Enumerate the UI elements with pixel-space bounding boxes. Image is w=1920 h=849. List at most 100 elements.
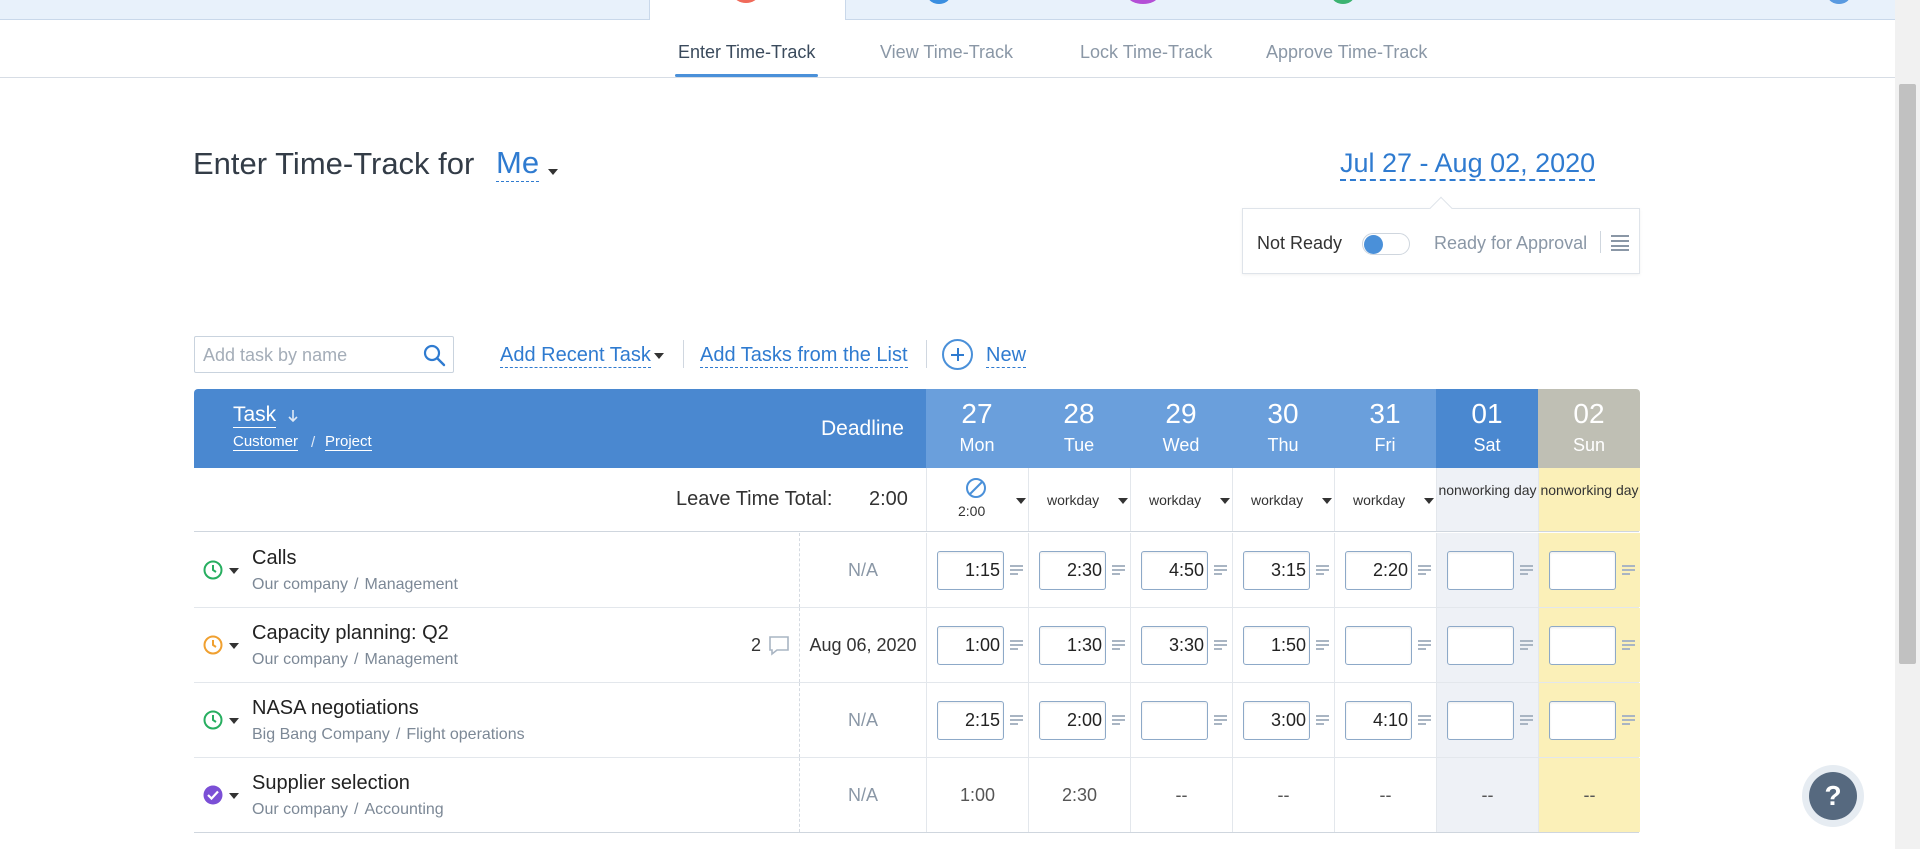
time-input[interactable]: 2:20 [1345,551,1412,590]
notes-icon[interactable] [1622,640,1635,651]
module-icon[interactable] [1332,0,1354,4]
notes-icon[interactable] [1010,715,1023,726]
time-input[interactable]: 4:50 [1141,551,1208,590]
page: Enter Time-Track View Time-Track Lock Ti… [0,0,1920,849]
comment-icon[interactable] [767,635,791,657]
day-header-tue: 28 Tue [1028,389,1130,468]
notes-icon[interactable] [1112,640,1125,651]
chevron-down-icon[interactable] [1424,498,1434,504]
time-input[interactable] [1447,626,1514,665]
ready-toggle[interactable] [1362,233,1410,255]
notes-icon[interactable] [1214,640,1227,651]
time-cell-tue: 2:00 [1028,683,1130,757]
time-input[interactable]: 1:15 [937,551,1004,590]
chevron-down-icon[interactable] [229,793,239,799]
notes-icon[interactable] [1520,640,1533,651]
add-recent-task-button[interactable]: Add Recent Task [500,343,651,368]
tab-approve-time-track[interactable]: Approve Time-Track [1266,42,1427,63]
module-icon[interactable] [1128,0,1158,4]
notes-icon[interactable] [1418,565,1431,576]
toggle-knob [1364,235,1383,254]
notes-icon[interactable] [1520,715,1533,726]
customer-sort-header[interactable]: Customer [233,433,299,451]
time-input[interactable]: 2:00 [1039,701,1106,740]
time-input[interactable]: 2:30 [1039,551,1106,590]
time-input[interactable]: 1:30 [1039,626,1106,665]
project-sort-header[interactable]: Project [325,433,372,451]
clock-icon[interactable] [202,559,224,581]
notes-icon[interactable] [1622,715,1635,726]
deadline-cell: N/A [799,683,926,757]
time-input[interactable]: 3:15 [1243,551,1310,590]
time-input[interactable] [1549,551,1616,590]
tab-lock-time-track[interactable]: Lock Time-Track [1080,42,1212,63]
chevron-down-icon[interactable] [229,568,239,574]
task-name[interactable]: Supplier selection [252,772,410,795]
time-input[interactable] [1447,701,1514,740]
task-name[interactable]: NASA negotiations [252,697,419,720]
scrollbar-thumb[interactable] [1899,84,1916,664]
sort-down-icon[interactable] [287,409,299,423]
list-icon[interactable] [1611,235,1629,251]
notes-icon[interactable] [1316,640,1329,651]
clock-icon[interactable] [202,709,224,731]
search-icon[interactable] [422,343,446,367]
tab-enter-time-track[interactable]: Enter Time-Track [678,42,815,63]
notes-icon[interactable] [1112,565,1125,576]
leave-cell-thu: workday [1232,468,1334,531]
notes-icon[interactable] [1622,565,1635,576]
time-input[interactable]: 1:50 [1243,626,1310,665]
chevron-down-icon[interactable] [229,643,239,649]
time-input[interactable] [1549,626,1616,665]
chevron-down-icon[interactable] [1220,498,1230,504]
chevron-down-icon[interactable] [1118,498,1128,504]
help-button[interactable]: ? [1802,765,1864,827]
chevron-down-icon[interactable] [1016,498,1026,504]
notes-icon[interactable] [1010,640,1023,651]
time-cell-thu: 1:50 [1232,608,1334,682]
time-input[interactable] [1447,551,1514,590]
day-header-fri: 31 Fri [1334,389,1436,468]
notes-icon[interactable] [1112,715,1125,726]
module-icon[interactable] [1828,0,1850,4]
plus-circle-icon[interactable] [942,339,973,370]
chevron-down-icon[interactable] [548,169,558,175]
time-input[interactable] [1549,701,1616,740]
chevron-down-icon[interactable] [1322,498,1332,504]
notes-icon[interactable] [1520,565,1533,576]
time-cell-tue: 2:30 [1028,533,1130,607]
comment-count[interactable]: 2 [751,635,761,656]
time-input[interactable]: 1:00 [937,626,1004,665]
time-input[interactable]: 3:30 [1141,626,1208,665]
tab-view-time-track[interactable]: View Time-Track [880,42,1013,63]
clock-icon[interactable] [202,634,224,656]
deadline-header: Deadline [821,417,904,440]
time-input[interactable] [1345,626,1412,665]
notes-icon[interactable] [1214,715,1227,726]
task-sort-header[interactable]: Task [233,403,277,428]
new-task-button[interactable]: New [986,343,1027,368]
time-input[interactable]: 4:10 [1345,701,1412,740]
notes-icon[interactable] [1418,715,1431,726]
time-input[interactable]: 2:15 [937,701,1004,740]
task-project: Flight operations [406,726,525,743]
date-range-selector[interactable]: Jul 27 - Aug 02, 2020 [1340,147,1596,181]
user-selector[interactable]: Me [496,145,540,182]
notes-icon[interactable] [1010,565,1023,576]
notes-icon[interactable] [1418,640,1431,651]
task-search-input[interactable] [203,343,413,367]
add-tasks-from-list-button[interactable]: Add Tasks from the List [700,343,908,368]
check-circle-icon[interactable] [202,784,224,806]
chevron-down-icon[interactable] [654,353,664,359]
task-name[interactable]: Calls [252,547,296,570]
time-input[interactable]: 3:00 [1243,701,1310,740]
time-input[interactable] [1141,701,1208,740]
scrollbar[interactable] [1895,0,1920,849]
module-tab-active[interactable] [649,0,846,20]
notes-icon[interactable] [1316,715,1329,726]
chevron-down-icon[interactable] [229,718,239,724]
task-name[interactable]: Capacity planning: Q2 [252,622,449,645]
notes-icon[interactable] [1316,565,1329,576]
module-icon[interactable] [928,0,950,4]
notes-icon[interactable] [1214,565,1227,576]
